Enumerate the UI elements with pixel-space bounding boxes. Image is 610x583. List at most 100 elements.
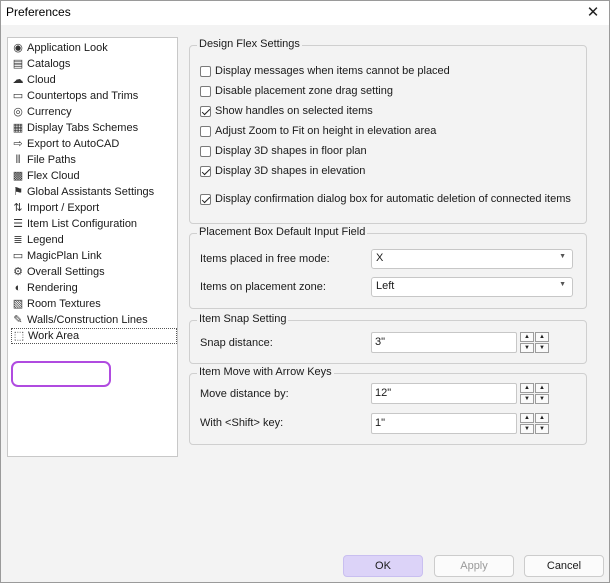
tree-item-work-area[interactable]: ⬚ Work Area bbox=[11, 328, 177, 344]
export-icon: ⇨ bbox=[13, 138, 23, 150]
tree-item-label: Currency bbox=[27, 106, 72, 118]
tree-item-import-export[interactable]: ⇅ Import / Export bbox=[11, 200, 177, 216]
shift-distance-label: With <Shift> key: bbox=[200, 417, 284, 429]
checkbox-checked[interactable] bbox=[200, 105, 211, 117]
tree-item-countertops-and-trims[interactable]: ▭ Countertops and Trims bbox=[11, 88, 177, 104]
shift-decrement-down-alt-icon[interactable]: ▼ bbox=[535, 424, 549, 434]
tree-item-label: Work Area bbox=[28, 330, 80, 342]
move-distance-label: Move distance by: bbox=[200, 388, 289, 400]
list-config-icon: ☰ bbox=[13, 218, 23, 230]
tree-item-cloud[interactable]: ☁ Cloud bbox=[11, 72, 177, 88]
move-increment-up-icon[interactable]: ▲ bbox=[520, 383, 534, 393]
snap-decrement-down-alt-icon[interactable]: ▼ bbox=[535, 343, 549, 353]
tree-item-walls-construction-lines[interactable]: ✎ Walls/Construction Lines bbox=[11, 312, 177, 328]
checkbox-label: Display messages when items cannot be pl… bbox=[215, 65, 450, 77]
placement-zone-select[interactable]: Left ▼ bbox=[371, 277, 573, 297]
shift-increment-up-icon[interactable]: ▲ bbox=[520, 413, 534, 423]
placement-zone-value: Left bbox=[376, 280, 395, 292]
import-export-icon: ⇅ bbox=[13, 202, 23, 214]
tree-item-file-paths[interactable]: ⦀ File Paths bbox=[11, 152, 177, 168]
tree-item-label: Display Tabs Schemes bbox=[27, 122, 139, 134]
tree-item-room-textures[interactable]: ▧ Room Textures bbox=[11, 296, 177, 312]
apply-button[interactable]: Apply bbox=[434, 555, 514, 577]
snap-distance-stepper[interactable]: ▲ ▲ ▼ ▼ bbox=[520, 332, 550, 353]
snap-decrement-down-icon[interactable]: ▼ bbox=[520, 343, 534, 353]
checkbox-checked[interactable] bbox=[200, 165, 211, 177]
tree-item-label: Export to AutoCAD bbox=[27, 138, 120, 150]
checkbox-unchecked[interactable] bbox=[200, 125, 211, 137]
design-flex-option-2[interactable]: Show handles on selected items bbox=[200, 103, 373, 119]
tree-item-overall-settings[interactable]: ⚙ Overall Settings bbox=[11, 264, 177, 280]
eye-icon: ◉ bbox=[13, 42, 23, 54]
tree-item-display-tabs-schemes[interactable]: ▦ Display Tabs Schemes bbox=[11, 120, 177, 136]
checkbox-unchecked[interactable] bbox=[200, 145, 211, 157]
placement-box-title: Placement Box Default Input Field bbox=[197, 226, 368, 238]
snap-increment-up-icon[interactable]: ▲ bbox=[520, 332, 534, 342]
design-flex-option-1[interactable]: Disable placement zone drag setting bbox=[200, 83, 393, 99]
cancel-button[interactable]: Cancel bbox=[524, 555, 604, 577]
snap-distance-input[interactable]: 3" bbox=[371, 332, 517, 353]
placement-zone-label: Items on placement zone: bbox=[200, 281, 326, 293]
tree-item-magicplan-link[interactable]: ▭ MagicPlan Link bbox=[11, 248, 177, 264]
tree-item-label: Room Textures bbox=[27, 298, 101, 310]
chevron-down-icon: ▼ bbox=[559, 253, 566, 260]
gear-icon: ⚙ bbox=[13, 266, 23, 278]
tree-item-rendering[interactable]: ◐ Rendering bbox=[11, 280, 177, 296]
tree-item-label: Global Assistants Settings bbox=[27, 186, 155, 198]
tree-item-label: Legend bbox=[27, 234, 64, 246]
tree-item-item-list-configuration[interactable]: ☰ Item List Configuration bbox=[11, 216, 177, 232]
legend-icon: ≣ bbox=[13, 234, 23, 246]
tree-item-label: Import / Export bbox=[27, 202, 100, 214]
design-flex-option-4[interactable]: Display 3D shapes in floor plan bbox=[200, 143, 367, 159]
tree-item-global-assistants-settings[interactable]: ⚑ Global Assistants Settings bbox=[11, 184, 177, 200]
category-tree[interactable]: ◉ Application Look ▤ Catalogs ☁ Cloud ▭ Counter… bbox=[7, 37, 178, 457]
window-title: Preferences bbox=[6, 5, 71, 19]
tree-item-export-to-autocad[interactable]: ⇨ Export to AutoCAD bbox=[11, 136, 177, 152]
shift-increment-up-alt-icon[interactable]: ▲ bbox=[535, 413, 549, 423]
move-distance-input[interactable]: 12" bbox=[371, 383, 517, 404]
textures-icon: ▧ bbox=[12, 298, 24, 310]
checkbox-unchecked[interactable] bbox=[200, 85, 211, 97]
checkbox-checked[interactable] bbox=[200, 193, 211, 205]
file-paths-icon: ⦀ bbox=[15, 154, 21, 166]
design-flex-option-5[interactable]: Display 3D shapes in elevation bbox=[200, 163, 365, 179]
work-area-icon: ⬚ bbox=[13, 330, 25, 342]
checkbox-unchecked[interactable] bbox=[200, 65, 211, 77]
ok-button[interactable]: OK bbox=[343, 555, 423, 577]
item-snap-title: Item Snap Setting bbox=[197, 313, 289, 325]
tabs-icon: ▦ bbox=[12, 122, 24, 134]
design-flex-option-3[interactable]: Adjust Zoom to Fit on height in elevatio… bbox=[200, 123, 436, 139]
preferences-window: Preferences ✕ ◉ Application Look ▤ Catalogs… bbox=[0, 0, 610, 583]
tree-item-legend[interactable]: ≣ Legend bbox=[11, 232, 177, 248]
tree-item-catalogs[interactable]: ▤ Catalogs bbox=[11, 56, 177, 72]
tree-item-label: MagicPlan Link bbox=[27, 250, 102, 262]
tree-item-label: Cloud bbox=[27, 74, 56, 86]
design-flex-option-6[interactable]: Display confirmation dialog box for auto… bbox=[200, 191, 571, 207]
checkbox-label: Display 3D shapes in floor plan bbox=[215, 145, 367, 157]
close-icon[interactable]: ✕ bbox=[583, 3, 603, 23]
tree-item-currency[interactable]: ◎ Currency bbox=[11, 104, 177, 120]
move-decrement-down-alt-icon[interactable]: ▼ bbox=[535, 394, 549, 404]
shift-distance-input[interactable]: 1" bbox=[371, 413, 517, 434]
design-flex-settings-group: Design Flex Settings Display messages wh… bbox=[189, 38, 587, 224]
tree-item-application-look[interactable]: ◉ Application Look bbox=[11, 40, 177, 56]
free-mode-select[interactable]: X ▼ bbox=[371, 249, 573, 269]
move-decrement-down-icon[interactable]: ▼ bbox=[520, 394, 534, 404]
countertop-icon: ▭ bbox=[12, 90, 24, 102]
currency-icon: ◎ bbox=[13, 106, 23, 118]
checkbox-label: Display 3D shapes in elevation bbox=[215, 165, 366, 177]
tree-item-label: Catalogs bbox=[27, 58, 71, 70]
design-flex-option-0[interactable]: Display messages when items cannot be pl… bbox=[200, 63, 450, 79]
move-distance-stepper[interactable]: ▲ ▲ ▼ ▼ bbox=[520, 383, 550, 404]
flag-icon: ⚑ bbox=[13, 186, 23, 198]
tree-item-label: Walls/Construction Lines bbox=[27, 314, 148, 326]
tree-item-flex-cloud[interactable]: ▩ Flex Cloud bbox=[11, 168, 177, 184]
checkbox-label: Show handles on selected items bbox=[215, 105, 373, 117]
chevron-down-icon: ▼ bbox=[559, 281, 566, 288]
shift-decrement-down-icon[interactable]: ▼ bbox=[520, 424, 534, 434]
snap-increment-up-alt-icon[interactable]: ▲ bbox=[535, 332, 549, 342]
link-icon: ▭ bbox=[12, 250, 24, 262]
move-increment-up-alt-icon[interactable]: ▲ bbox=[535, 383, 549, 393]
shift-distance-stepper[interactable]: ▲ ▲ ▼ ▼ bbox=[520, 413, 550, 434]
tree-item-label: Item List Configuration bbox=[27, 218, 138, 230]
